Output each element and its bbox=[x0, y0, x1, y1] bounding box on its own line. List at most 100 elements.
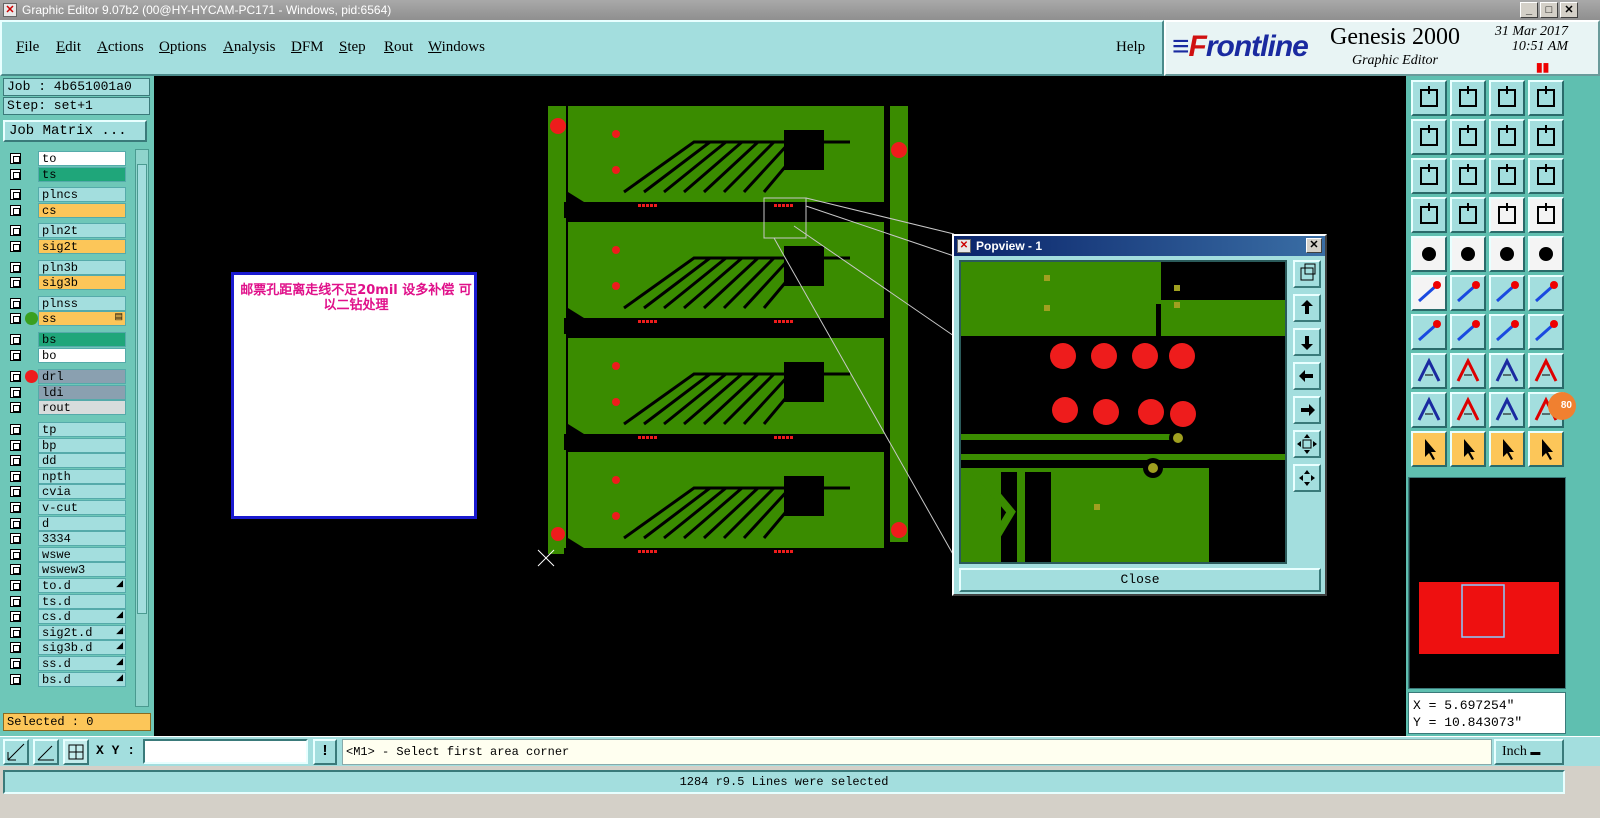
popview-pan-left-button[interactable] bbox=[1293, 362, 1321, 390]
overview-minimap[interactable] bbox=[1408, 477, 1566, 689]
layer-checkbox[interactable] bbox=[10, 297, 21, 309]
layer-row-wswe[interactable]: wswe bbox=[4, 546, 126, 562]
menu-actions[interactable]: Actions bbox=[97, 39, 144, 56]
poly-alt-tool-button[interactable] bbox=[1450, 392, 1486, 428]
grid-tool-button[interactable] bbox=[63, 739, 89, 765]
zoom-center-tool-button[interactable] bbox=[1450, 158, 1486, 194]
layer-name[interactable]: to.d bbox=[38, 578, 126, 593]
layer-checkbox[interactable] bbox=[10, 486, 21, 498]
delete-tool-button[interactable] bbox=[1450, 275, 1486, 311]
layer-row-ss[interactable]: ss ▤ bbox=[4, 311, 126, 327]
pan-right-tool-button[interactable] bbox=[1450, 119, 1486, 155]
menu-windows[interactable]: Windows bbox=[428, 39, 485, 56]
layer-row-plncs[interactable]: plncs bbox=[4, 187, 126, 203]
grid-tool-button[interactable] bbox=[1450, 197, 1486, 233]
layer-name[interactable]: cs bbox=[38, 202, 126, 218]
layer-row-sig3b-d[interactable]: sig3b.d ◢ bbox=[4, 640, 126, 656]
layer-row-3334[interactable]: 3334 bbox=[4, 531, 126, 547]
layer-row-tp[interactable]: tp bbox=[4, 422, 126, 437]
layer-checkbox[interactable] bbox=[10, 371, 21, 383]
ruler-tool-button[interactable] bbox=[1489, 236, 1525, 272]
layer-name[interactable]: pln3b bbox=[38, 259, 126, 275]
layer-list-scrollbar[interactable] bbox=[135, 149, 149, 707]
layer-name[interactable]: ldi bbox=[38, 384, 126, 400]
layer-checkbox[interactable] bbox=[10, 564, 21, 576]
layer-checkbox[interactable] bbox=[10, 611, 21, 623]
layer-checkbox[interactable] bbox=[10, 502, 21, 513]
layer-checkbox[interactable] bbox=[10, 349, 21, 361]
layer-checkbox[interactable] bbox=[10, 439, 21, 451]
layer-name[interactable]: cs.d bbox=[38, 609, 126, 625]
angle-tool-button[interactable] bbox=[33, 739, 59, 765]
layer-row-npth[interactable]: npth bbox=[4, 468, 126, 484]
popview-pan-down-button[interactable] bbox=[1293, 328, 1321, 356]
popview-close-x[interactable]: ✕ bbox=[1306, 238, 1322, 253]
swap-tool-button[interactable] bbox=[1489, 119, 1525, 155]
move-alt-tool-button[interactable] bbox=[1528, 275, 1564, 311]
layer-checkbox[interactable] bbox=[10, 189, 21, 201]
layer-name[interactable]: wswew3 bbox=[38, 562, 126, 578]
zoom-fit-tool-button[interactable] bbox=[1411, 158, 1447, 194]
xy-input[interactable] bbox=[143, 739, 308, 764]
scrollbar-thumb[interactable] bbox=[137, 164, 147, 614]
refresh-tool-button[interactable] bbox=[1528, 119, 1564, 155]
layer-checkbox[interactable] bbox=[10, 470, 21, 482]
layer-name[interactable]: cvia bbox=[38, 484, 126, 500]
layer-name[interactable]: v-cut bbox=[38, 500, 126, 515]
menu-analysis[interactable]: Analysis bbox=[223, 39, 276, 56]
layer-checkbox[interactable] bbox=[10, 261, 21, 273]
measure-tool-button[interactable] bbox=[1411, 197, 1447, 233]
select-multi-tool-button[interactable] bbox=[1528, 431, 1564, 467]
help-tool-button[interactable] bbox=[1528, 158, 1564, 194]
layer-row-ts-d[interactable]: ts.d bbox=[4, 593, 126, 609]
layer-checkbox[interactable] bbox=[10, 168, 21, 180]
add-via-tool-button[interactable] bbox=[1528, 236, 1564, 272]
layer-row-cs-d[interactable]: cs.d ◢ bbox=[4, 609, 126, 625]
layer-checkbox[interactable] bbox=[10, 517, 21, 529]
layer-name[interactable]: ts bbox=[38, 166, 126, 182]
popview-close-button[interactable]: Close bbox=[959, 568, 1321, 592]
layer-name[interactable]: ts.d bbox=[38, 593, 126, 609]
layer-row-to-d[interactable]: to.d ◢ bbox=[4, 578, 126, 593]
layer-checkbox[interactable] bbox=[10, 424, 21, 435]
job-matrix-button[interactable]: Job Matrix ... bbox=[3, 120, 147, 142]
layer-checkbox[interactable] bbox=[10, 241, 21, 252]
layer-name[interactable]: tp bbox=[38, 422, 126, 437]
layer-name[interactable]: npth bbox=[38, 468, 126, 484]
layer-row-wswew3[interactable]: wswew3 bbox=[4, 562, 126, 578]
pan-up-tool-button[interactable] bbox=[1411, 80, 1447, 116]
poly-outline-tool-button[interactable] bbox=[1489, 392, 1525, 428]
layer-checkbox[interactable] bbox=[10, 277, 21, 289]
layer-name[interactable]: sig3b bbox=[38, 275, 126, 291]
layer-toggle-tool-button[interactable] bbox=[1489, 197, 1525, 233]
layer-checkbox[interactable] bbox=[10, 455, 21, 467]
layer-checkbox[interactable] bbox=[10, 402, 21, 414]
menu-rout[interactable]: Rout bbox=[384, 39, 413, 56]
layer-row-sig2t[interactable]: sig2t bbox=[4, 239, 126, 254]
layer-name[interactable]: bo bbox=[38, 347, 126, 363]
pad-tool-button[interactable] bbox=[1411, 353, 1447, 389]
layer-row-drl[interactable]: drl bbox=[4, 369, 126, 385]
layer-row-bo[interactable]: bo bbox=[4, 347, 126, 363]
layer-row-rout[interactable]: rout bbox=[4, 400, 126, 416]
layer-name[interactable]: drl bbox=[38, 369, 126, 385]
line-tool-button[interactable] bbox=[1450, 314, 1486, 350]
layer-row-ldi[interactable]: ldi bbox=[4, 384, 126, 400]
arc-tool-button[interactable] bbox=[1489, 314, 1525, 350]
layer-name[interactable]: pln2t bbox=[38, 223, 126, 239]
layer-checkbox[interactable] bbox=[10, 595, 21, 607]
resize-tool-button[interactable] bbox=[1489, 353, 1525, 389]
layer-checkbox[interactable] bbox=[10, 533, 21, 545]
layer-name[interactable]: d bbox=[38, 515, 126, 531]
layer-name[interactable]: plncs bbox=[38, 187, 126, 203]
layer-row-sig3b[interactable]: sig3b bbox=[4, 275, 126, 291]
group-tool-button[interactable] bbox=[1528, 353, 1564, 389]
menu-options[interactable]: Options bbox=[159, 39, 207, 56]
layer-row-bs[interactable]: bs bbox=[4, 332, 126, 347]
layer-row-pln2t[interactable]: pln2t bbox=[4, 223, 126, 239]
flip-tool-button[interactable] bbox=[1528, 314, 1564, 350]
layer-checkbox[interactable] bbox=[10, 386, 21, 398]
layer-name[interactable]: sig2t.d bbox=[38, 624, 126, 640]
snap-tool-button[interactable] bbox=[3, 739, 29, 765]
layer-checkbox[interactable] bbox=[10, 673, 21, 685]
